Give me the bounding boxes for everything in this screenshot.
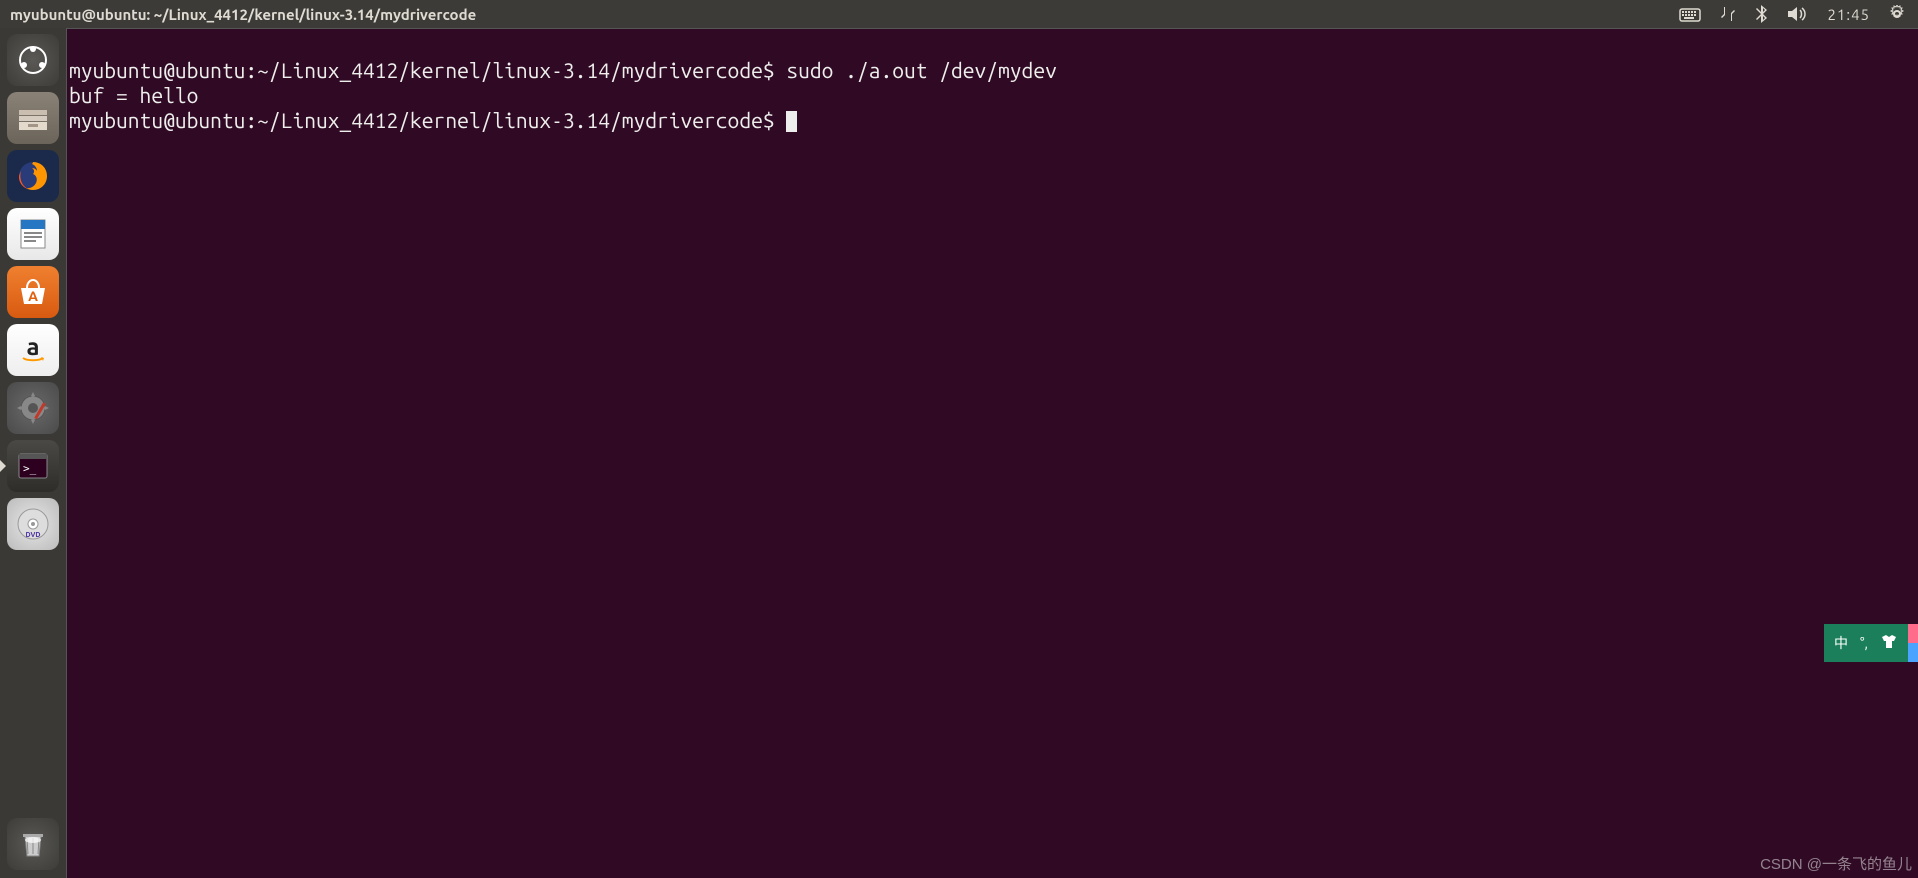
ime-skin-icon[interactable] — [1880, 634, 1898, 653]
launcher: A a >_ DVD — [0, 28, 66, 878]
keyboard-icon[interactable] — [1679, 6, 1701, 22]
terminal-prompt: myubuntu@ubuntu:~/Linux_4412/kernel/linu… — [69, 108, 786, 132]
amazon-icon[interactable]: a — [7, 324, 59, 376]
dash-icon[interactable] — [7, 34, 59, 86]
gear-icon[interactable] — [1888, 5, 1906, 23]
terminal-icon[interactable]: >_ — [7, 440, 59, 492]
ime-lang[interactable]: 中 — [1834, 633, 1848, 653]
ime-widget[interactable]: 中 °, — [1824, 624, 1918, 662]
settings-icon[interactable] — [7, 382, 59, 434]
disc-icon[interactable]: DVD — [7, 498, 59, 550]
top-menubar: myubuntu@ubuntu: ~/Linux_4412/kernel/lin… — [0, 0, 1918, 28]
system-tray: 21:45 — [1679, 4, 1918, 24]
terminal-cursor — [786, 111, 797, 132]
terminal-prompt: myubuntu@ubuntu:~/Linux_4412/kernel/linu… — [69, 58, 786, 82]
writer-icon[interactable] — [7, 208, 59, 260]
svg-text:DVD: DVD — [26, 531, 41, 539]
ime-punct[interactable]: °, — [1860, 635, 1868, 651]
svg-text:A: A — [28, 288, 38, 304]
firefox-icon[interactable] — [7, 150, 59, 202]
terminal-window[interactable]: myubuntu@ubuntu:~/Linux_4412/kernel/linu… — [66, 28, 1918, 878]
clock[interactable]: 21:45 — [1827, 6, 1870, 23]
window-title: myubuntu@ubuntu: ~/Linux_4412/kernel/lin… — [10, 6, 1679, 23]
bluetooth-icon[interactable] — [1755, 4, 1769, 24]
terminal-output: buf = hello — [69, 83, 198, 107]
software-center-icon[interactable]: A — [7, 266, 59, 318]
svg-text:a: a — [26, 333, 39, 360]
trash-icon[interactable] — [7, 818, 59, 870]
svg-text:>_: >_ — [23, 462, 37, 475]
network-icon[interactable] — [1719, 5, 1737, 23]
watermark: CSDN @一条飞的鱼儿 — [1760, 853, 1912, 874]
files-icon[interactable] — [7, 92, 59, 144]
terminal-command: sudo ./a.out /dev/mydev — [786, 58, 1056, 82]
volume-icon[interactable] — [1787, 5, 1809, 23]
ime-handle[interactable] — [1908, 624, 1918, 662]
